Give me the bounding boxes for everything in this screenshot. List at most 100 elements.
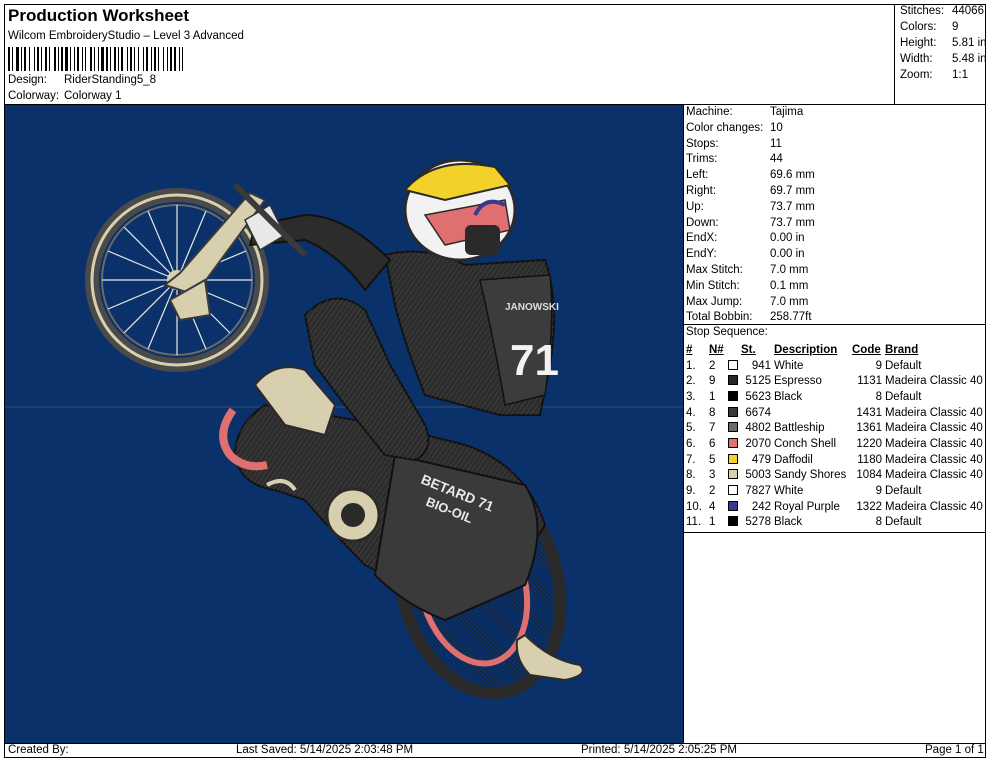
thread-code: 8: [875, 390, 882, 403]
rider-embroidery-image: JANOWSKI 71 BETARD 71 BIO-OIL: [5, 105, 683, 743]
footer-page-number: Page 1 of 1: [925, 744, 984, 756]
info-trims: Trims: 44: [686, 153, 783, 166]
stop-number: 5.: [686, 422, 696, 435]
stitch-count: 4802: [745, 422, 771, 435]
thread-code: 1431: [856, 406, 882, 419]
thread-color-swatch: [728, 437, 738, 448]
stat-colors: Colors: 9: [900, 21, 959, 33]
thread-code: 1220: [856, 437, 882, 450]
col-swatch: [728, 342, 741, 358]
info-machine: Machine: Tajima: [686, 106, 804, 118]
stop-row: 4. 8 6674 1431 Madeira Classic 40: [686, 405, 986, 421]
color-description: White: [774, 359, 804, 372]
stitch-count: 5623: [745, 390, 771, 403]
needle-number: 4: [709, 500, 716, 513]
stop-row: 2. 9 5125 Espresso 1131 Madeira Classic 40: [686, 373, 986, 389]
needle-number: 2: [709, 485, 716, 498]
color-swatch: [728, 515, 741, 531]
thread-color-swatch: [728, 406, 738, 417]
stat-stitches: Stitches: 44066: [900, 5, 984, 17]
footer-printed: Printed: 5/14/2025 2:05:25 PM: [581, 744, 737, 756]
color-swatch: [728, 436, 741, 452]
stitch-count: 242: [751, 500, 771, 513]
stop-number: 6.: [686, 437, 696, 450]
color-description: White: [774, 485, 804, 498]
col-code: Code: [852, 343, 881, 356]
col-brand: Brand: [885, 343, 919, 356]
panel-divider: [683, 104, 684, 744]
stop-number: 10.: [686, 500, 702, 513]
info-right: Right: 69.7 mm: [686, 185, 815, 197]
color-swatch: [728, 373, 741, 389]
stop-row: 9. 2 7827 White 9 Default: [686, 483, 986, 499]
info-color-changes: Color changes: 10: [686, 121, 783, 134]
color-swatch: [728, 468, 741, 484]
bib-name-text: JANOWSKI: [505, 302, 559, 313]
thread-brand: Madeira Classic 40: [885, 406, 983, 419]
thread-code: 1131: [857, 375, 882, 388]
info-stops: Stops: 11: [686, 137, 782, 150]
table-bottom-divider: [683, 532, 986, 533]
stop-row: 7. 5 479 Daffodil 1180 Madeira Classic 40: [686, 452, 986, 468]
stop-row: 1. 2 941 White 9 Default: [686, 358, 986, 374]
stitch-count: 479: [751, 453, 771, 466]
color-swatch: [728, 389, 741, 405]
stop-sequence-title: Stop Sequence:: [686, 326, 768, 338]
needle-number: 3: [709, 469, 716, 482]
design-stats: Stitches: 44066 Colors: 9 Height: 5.81 in W…: [894, 4, 987, 104]
stop-number: 4.: [686, 406, 696, 419]
thread-color-swatch: [728, 500, 738, 511]
color-description: Battleship: [774, 422, 825, 435]
thread-brand: Madeira Classic 40: [885, 469, 983, 482]
color-swatch: [728, 483, 741, 499]
col-description: Description: [774, 343, 838, 356]
thread-brand: Default: [885, 390, 922, 403]
needle-number: 7: [709, 422, 716, 435]
thread-brand: Madeira Classic 40: [885, 453, 983, 466]
info-max-jump: Max Jump: 7.0 mm: [686, 295, 809, 308]
info-up: Up: 73.7 mm: [686, 200, 815, 213]
bib-number-text: 71: [510, 336, 559, 385]
stop-number: 2.: [686, 375, 696, 388]
stat-width: Width: 5.48 in: [900, 53, 987, 65]
info-down: Down: 73.7 mm: [686, 216, 815, 229]
info-total-bobbin: Total Bobbin: 258.77ft: [686, 311, 812, 324]
page-title: Production Worksheet: [8, 6, 190, 25]
design-preview: JANOWSKI 71 BETARD 71 BIO-OIL: [5, 105, 683, 743]
color-swatch: [728, 452, 741, 468]
needle-number: 1: [709, 390, 716, 403]
info-divider: [683, 324, 986, 325]
color-description: Black: [774, 390, 803, 403]
color-swatch: [728, 420, 741, 436]
color-description: Sandy Shores: [774, 469, 847, 482]
stop-row: 3. 1 5623 Black 8 Default: [686, 389, 986, 405]
color-swatch: [728, 499, 741, 515]
thread-color-swatch: [728, 375, 738, 386]
thread-brand: Madeira Classic 40: [885, 422, 983, 435]
color-description: Daffodil: [774, 453, 813, 466]
stop-number: 3.: [686, 390, 696, 403]
footer-created-by: Created By:: [8, 744, 69, 756]
footer-last-saved: Last Saved: 5/14/2025 2:03:48 PM: [236, 744, 414, 756]
software-name: Wilcom EmbroideryStudio – Level 3 Advanc…: [8, 30, 244, 42]
thread-brand: Madeira Classic 40: [885, 437, 983, 450]
stat-zoom: Zoom: 1:1: [900, 69, 968, 81]
thread-brand: Default: [885, 516, 922, 529]
info-endy: EndY: 0.00 in: [686, 248, 805, 261]
stitch-count: 941: [751, 359, 771, 372]
thread-code: 1180: [857, 453, 882, 466]
color-description: Royal Purple: [774, 500, 840, 513]
stitch-count: 5003: [745, 469, 771, 482]
stitch-count: 5125: [745, 375, 771, 388]
stop-row: 10. 4 242 Royal Purple 1322 Madeira Classic 4…: [686, 499, 986, 515]
needle-number: 2: [709, 359, 716, 372]
color-swatch: [728, 358, 741, 374]
stat-height: Height: 5.81 in: [900, 37, 987, 49]
thread-code: 9: [875, 485, 882, 498]
thread-code: 8: [875, 516, 882, 529]
colorway-value: Colorway 1: [64, 90, 122, 102]
color-description: Espresso: [774, 375, 822, 388]
stop-row: 11. 1 5278 Black 8 Default: [686, 515, 986, 531]
thread-color-swatch: [728, 390, 738, 401]
stop-number: 8.: [686, 469, 696, 482]
